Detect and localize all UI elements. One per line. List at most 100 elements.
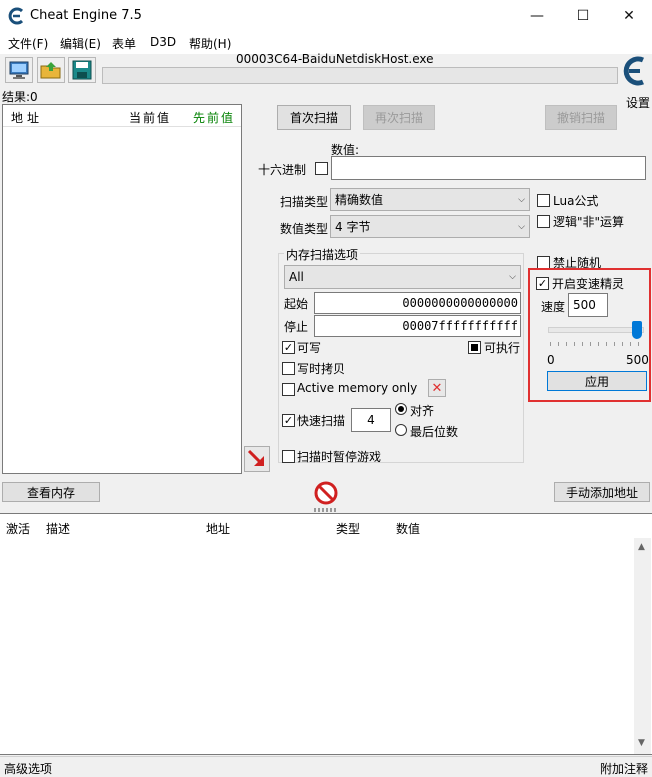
value-input[interactable] xyxy=(331,156,646,180)
pause-game-checkbox[interactable] xyxy=(282,450,295,463)
clear-icon[interactable]: ✕ xyxy=(428,379,446,397)
active-memory-checkbox[interactable] xyxy=(282,383,295,396)
value-type-value: 4 字节 xyxy=(335,220,371,234)
stop-address-label: 停止 xyxy=(284,320,309,334)
speed-slider-track xyxy=(548,327,644,333)
window-title: Cheat Engine 7.5 xyxy=(30,8,142,23)
next-scan-button[interactable]: 再次扫描 xyxy=(363,105,435,130)
executable-label: 可执行 xyxy=(484,341,521,355)
undo-scan-button[interactable]: 撤销扫描 xyxy=(545,105,617,130)
lua-formula-checkbox[interactable] xyxy=(537,194,550,207)
arrow-down-right-icon xyxy=(247,449,264,466)
first-scan-button[interactable]: 首次扫描 xyxy=(277,105,351,130)
vertical-scrollbar[interactable]: ▲ ▼ xyxy=(634,538,651,754)
menu-bar: 文件(F) 编辑(E) 表单 D3D 帮助(H) xyxy=(0,32,652,54)
chevron-down-icon: ⌵ xyxy=(509,272,516,282)
align-radio[interactable] xyxy=(395,403,407,415)
align-label: 对齐 xyxy=(410,404,435,418)
writable-label: 可写 xyxy=(297,341,322,355)
address-table[interactable]: 激活 描述 地址 类型 数值 ▲ ▼ xyxy=(0,513,652,755)
add-address-manually-button[interactable]: 手动添加地址 xyxy=(554,482,650,502)
last-digits-radio[interactable] xyxy=(395,424,407,436)
advanced-options-link[interactable]: 高级选项 xyxy=(4,760,52,777)
pause-game-label: 扫描时暂停游戏 xyxy=(297,450,382,464)
results-header: 地址 当前值 先前值 xyxy=(3,105,241,127)
speed-slider-thumb[interactable] xyxy=(632,321,642,339)
start-address-input[interactable]: 0000000000000000 xyxy=(314,292,521,314)
chevron-down-icon: ⌵ xyxy=(518,221,525,232)
enable-speedhack-label: 开启变速精灵 xyxy=(552,277,625,291)
speed-slider-ticks xyxy=(550,342,642,346)
start-address-label: 起始 xyxy=(284,297,309,311)
col-description[interactable]: 描述 xyxy=(46,520,70,537)
col-active[interactable]: 激活 xyxy=(6,520,30,537)
apply-speed-button[interactable]: 应用 xyxy=(547,371,647,391)
speed-input[interactable]: 500 xyxy=(568,293,608,317)
status-bar: 高级选项 附加注释 xyxy=(0,756,652,777)
scan-type-value: 精确数值 xyxy=(335,193,384,207)
fast-scan-input[interactable]: 4 xyxy=(351,408,391,432)
floppy-disk-icon xyxy=(72,60,92,80)
hex-label: 十六进制 xyxy=(258,163,307,177)
active-memory-label: Active memory only xyxy=(297,381,418,395)
open-process-button[interactable] xyxy=(5,57,33,83)
menu-d3d[interactable]: D3D xyxy=(150,35,176,49)
memory-region-value: All xyxy=(289,270,304,284)
col-table-address[interactable]: 地址 xyxy=(206,520,230,537)
col-type[interactable]: 类型 xyxy=(336,520,360,537)
view-memory-button[interactable]: 查看内存 xyxy=(2,482,100,502)
scan-type-label: 扫描类型 xyxy=(280,195,329,209)
title-bar: Cheat Engine 7.5 — ☐ ✕ xyxy=(0,0,652,32)
hex-checkbox[interactable] xyxy=(315,162,328,175)
copy-on-write-label: 写时拷贝 xyxy=(297,362,346,376)
maximize-button[interactable]: ☐ xyxy=(560,0,606,32)
fast-scan-label: 快速扫描 xyxy=(297,414,346,428)
slider-max-label: 500 xyxy=(626,353,649,367)
col-value[interactable]: 数值 xyxy=(396,520,420,537)
executable-checkbox[interactable] xyxy=(468,341,481,354)
address-table-header: 激活 描述 地址 类型 数值 xyxy=(0,514,652,538)
stop-icon[interactable] xyxy=(314,481,338,505)
writable-checkbox[interactable]: ✓ xyxy=(282,341,295,354)
col-previous-value[interactable]: 先前值 xyxy=(193,109,235,126)
speed-slider[interactable] xyxy=(548,320,644,348)
copy-on-write-checkbox[interactable] xyxy=(282,362,295,375)
table-comments-link[interactable]: 附加注释 xyxy=(600,760,648,777)
not-operator-checkbox[interactable] xyxy=(537,215,550,228)
value-type-label: 数值类型 xyxy=(280,222,329,236)
settings-label[interactable]: 设置 xyxy=(626,94,650,111)
slider-min-label: 0 xyxy=(547,353,555,367)
menu-edit[interactable]: 编辑(E) xyxy=(60,35,101,52)
menu-help[interactable]: 帮助(H) xyxy=(189,35,231,52)
lua-formula-label: Lua公式 xyxy=(553,194,599,208)
process-name: 00003C64-BaiduNetdiskHost.exe xyxy=(236,52,434,66)
scan-progress-bar xyxy=(102,67,618,84)
close-button[interactable]: ✕ xyxy=(606,0,652,32)
settings-logo-icon[interactable] xyxy=(620,52,650,92)
add-to-table-button[interactable] xyxy=(244,446,270,472)
splitter-handle[interactable] xyxy=(314,508,338,512)
menu-file[interactable]: 文件(F) xyxy=(8,35,48,52)
not-operator-label: 逻辑"非"运算 xyxy=(553,215,625,229)
fast-scan-checkbox[interactable]: ✓ xyxy=(282,414,295,427)
computer-icon xyxy=(9,61,29,79)
scroll-up-icon[interactable]: ▲ xyxy=(638,542,645,552)
results-list[interactable]: 地址 当前值 先前值 xyxy=(2,104,242,474)
minimize-button[interactable]: — xyxy=(514,0,560,32)
save-button[interactable] xyxy=(68,57,96,83)
col-current-value[interactable]: 当前值 xyxy=(129,109,171,126)
last-digits-label: 最后位数 xyxy=(410,425,459,439)
value-type-select[interactable]: 4 字节 ⌵ xyxy=(330,215,530,238)
scan-type-select[interactable]: 精确数值 ⌵ xyxy=(330,188,530,211)
memory-region-select[interactable]: All ⌵ xyxy=(284,265,521,289)
chevron-down-icon: ⌵ xyxy=(518,194,525,205)
folder-open-icon xyxy=(40,62,61,79)
stop-address-input[interactable]: 00007fffffffffff xyxy=(314,315,521,337)
open-file-button[interactable] xyxy=(37,57,65,83)
memory-scan-options-title: 内存扫描选项 xyxy=(284,246,361,263)
app-logo-icon xyxy=(8,7,26,25)
enable-speedhack-checkbox[interactable]: ✓ xyxy=(536,277,549,290)
col-address[interactable]: 地址 xyxy=(11,109,43,126)
scroll-down-icon[interactable]: ▼ xyxy=(638,738,645,748)
menu-table[interactable]: 表单 xyxy=(112,35,136,52)
